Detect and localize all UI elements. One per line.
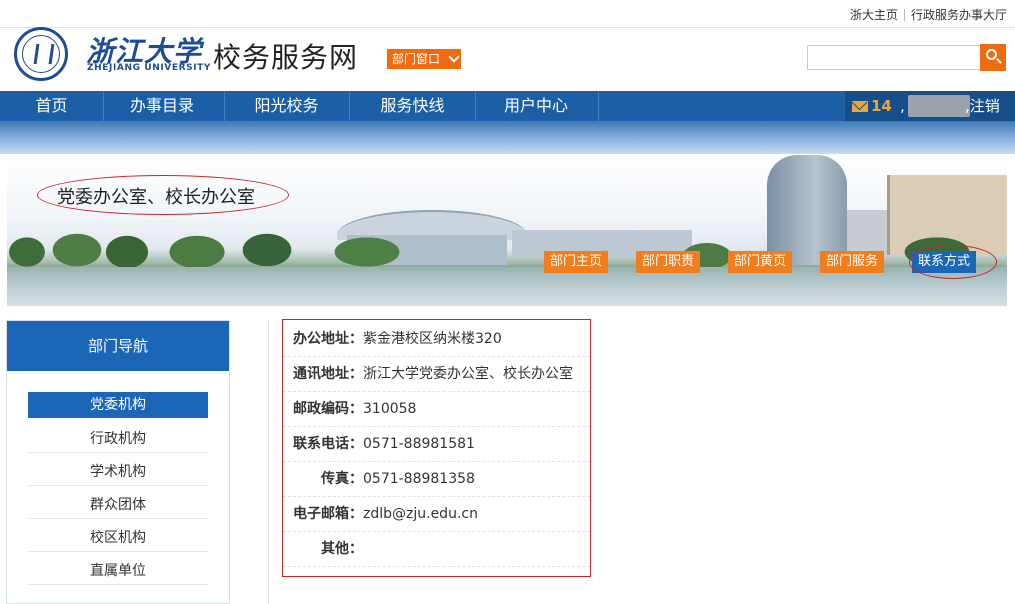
- user-status: 14 , ,注销: [845, 91, 1015, 121]
- annotation-ring: [909, 245, 997, 279]
- dept-window-label: 部门窗口: [392, 52, 441, 66]
- field-label: 传真：: [321, 471, 363, 487]
- nav-item-open-affairs[interactable]: 阳光校务: [225, 91, 348, 121]
- contact-row-office-address: 办公地址： 紫金港校区纳米楼320: [283, 322, 590, 357]
- divider: [903, 8, 905, 21]
- dept-window-dropdown[interactable]: 部门窗口: [387, 49, 461, 69]
- field-label: 联系电话：: [293, 436, 363, 452]
- contact-info: 办公地址： 紫金港校区纳米楼320 通讯地址： 浙江大学党委办公室、校长办公室 …: [282, 319, 591, 577]
- field-label: 通讯地址：: [293, 366, 363, 382]
- contact-row-postcode: 邮政编码： 310058: [283, 392, 590, 427]
- separator-comma: ,: [900, 97, 905, 115]
- contact-row-mailing-address: 通讯地址： 浙江大学党委办公室、校长办公室: [283, 357, 590, 392]
- field-value: 0571-88981358: [363, 471, 475, 487]
- search-button[interactable]: [980, 44, 1006, 71]
- sidebar-item-campus-orgs[interactable]: 校区机构: [28, 524, 208, 552]
- sidebar-item-academic-orgs[interactable]: 学术机构: [28, 458, 208, 486]
- sidebar-item-party-orgs[interactable]: 党委机构: [28, 392, 208, 418]
- field-value: 浙江大学党委办公室、校长办公室: [363, 366, 573, 382]
- admin-hall-link[interactable]: 行政服务办事大厅: [911, 6, 1007, 23]
- dept-sidebar: 部门导航 党委机构 行政机构 学术机构 群众团体 校区机构 直属单位: [6, 320, 230, 604]
- mail-icon[interactable]: [852, 101, 868, 112]
- search-input[interactable]: [807, 45, 981, 70]
- dept-banner: 党委办公室、校长办公室 部门主页 部门职责 部门黄页 部门服务 联系方式: [7, 155, 1007, 306]
- nav-item-service-hotline[interactable]: 服务快线: [350, 91, 475, 121]
- tab-dept-directory[interactable]: 部门黄页: [728, 251, 793, 273]
- field-value: 0571-88981581: [363, 436, 475, 452]
- contact-row-email: 电子邮箱： zdlb@zju.edu.cn: [283, 497, 590, 532]
- top-links: 浙大主页 行政服务办事大厅: [850, 6, 1007, 23]
- nav-item-user-center[interactable]: 用户中心: [476, 91, 596, 121]
- email-link[interactable]: zdlb@zju.edu.cn: [363, 497, 478, 532]
- dept-name: 党委办公室、校长办公室: [57, 187, 255, 208]
- mail-count[interactable]: 14: [871, 91, 892, 121]
- field-value: 紫金港校区纳米楼320: [363, 331, 502, 347]
- contact-row-phone: 联系电话： 0571-88981581: [283, 427, 590, 462]
- sidebar-item-admin-orgs[interactable]: 行政机构: [28, 425, 208, 453]
- page: 浙大主页 行政服务办事大厅 浙江大学 ZHEJIANG UNIVERSITY 校…: [0, 0, 1015, 604]
- nav-item-home[interactable]: 首页: [0, 91, 103, 121]
- zju-home-link[interactable]: 浙大主页: [850, 6, 898, 23]
- nav-item-service-catalog[interactable]: 办事目录: [104, 91, 220, 121]
- decorative-band: [0, 121, 1015, 154]
- search-icon: [986, 49, 997, 60]
- main-nav: 首页 办事目录 阳光校务 服务快线 用户中心 14 , ,注销: [0, 91, 1015, 121]
- field-label: 邮政编码：: [293, 401, 363, 417]
- contact-row-other: 其他：: [283, 532, 590, 567]
- sidebar-item-mass-groups[interactable]: 群众团体: [28, 491, 208, 519]
- contact-row-fax: 传真： 0571-88981358: [283, 462, 590, 497]
- username-redacted: [908, 95, 970, 117]
- field-value: 310058: [363, 401, 417, 417]
- site-title: 校务服务网: [213, 41, 359, 74]
- logout-link[interactable]: ,注销: [965, 91, 1000, 121]
- field-label: 办公地址：: [293, 331, 363, 347]
- tab-dept-duties[interactable]: 部门职责: [636, 251, 701, 273]
- chevron-down-icon: [448, 51, 460, 63]
- zju-seal-logo[interactable]: [14, 27, 68, 81]
- sidebar-item-affiliated-units[interactable]: 直属单位: [28, 557, 208, 585]
- divider: [268, 319, 269, 604]
- divider: [0, 27, 1015, 28]
- sidebar-title: 部门导航: [7, 321, 229, 371]
- logo-english-name: ZHEJIANG UNIVERSITY: [87, 63, 212, 73]
- field-label: 其他：: [321, 541, 363, 557]
- tab-dept-home[interactable]: 部门主页: [544, 251, 609, 273]
- tab-dept-services[interactable]: 部门服务: [820, 251, 885, 273]
- field-label: 电子邮箱：: [293, 506, 363, 522]
